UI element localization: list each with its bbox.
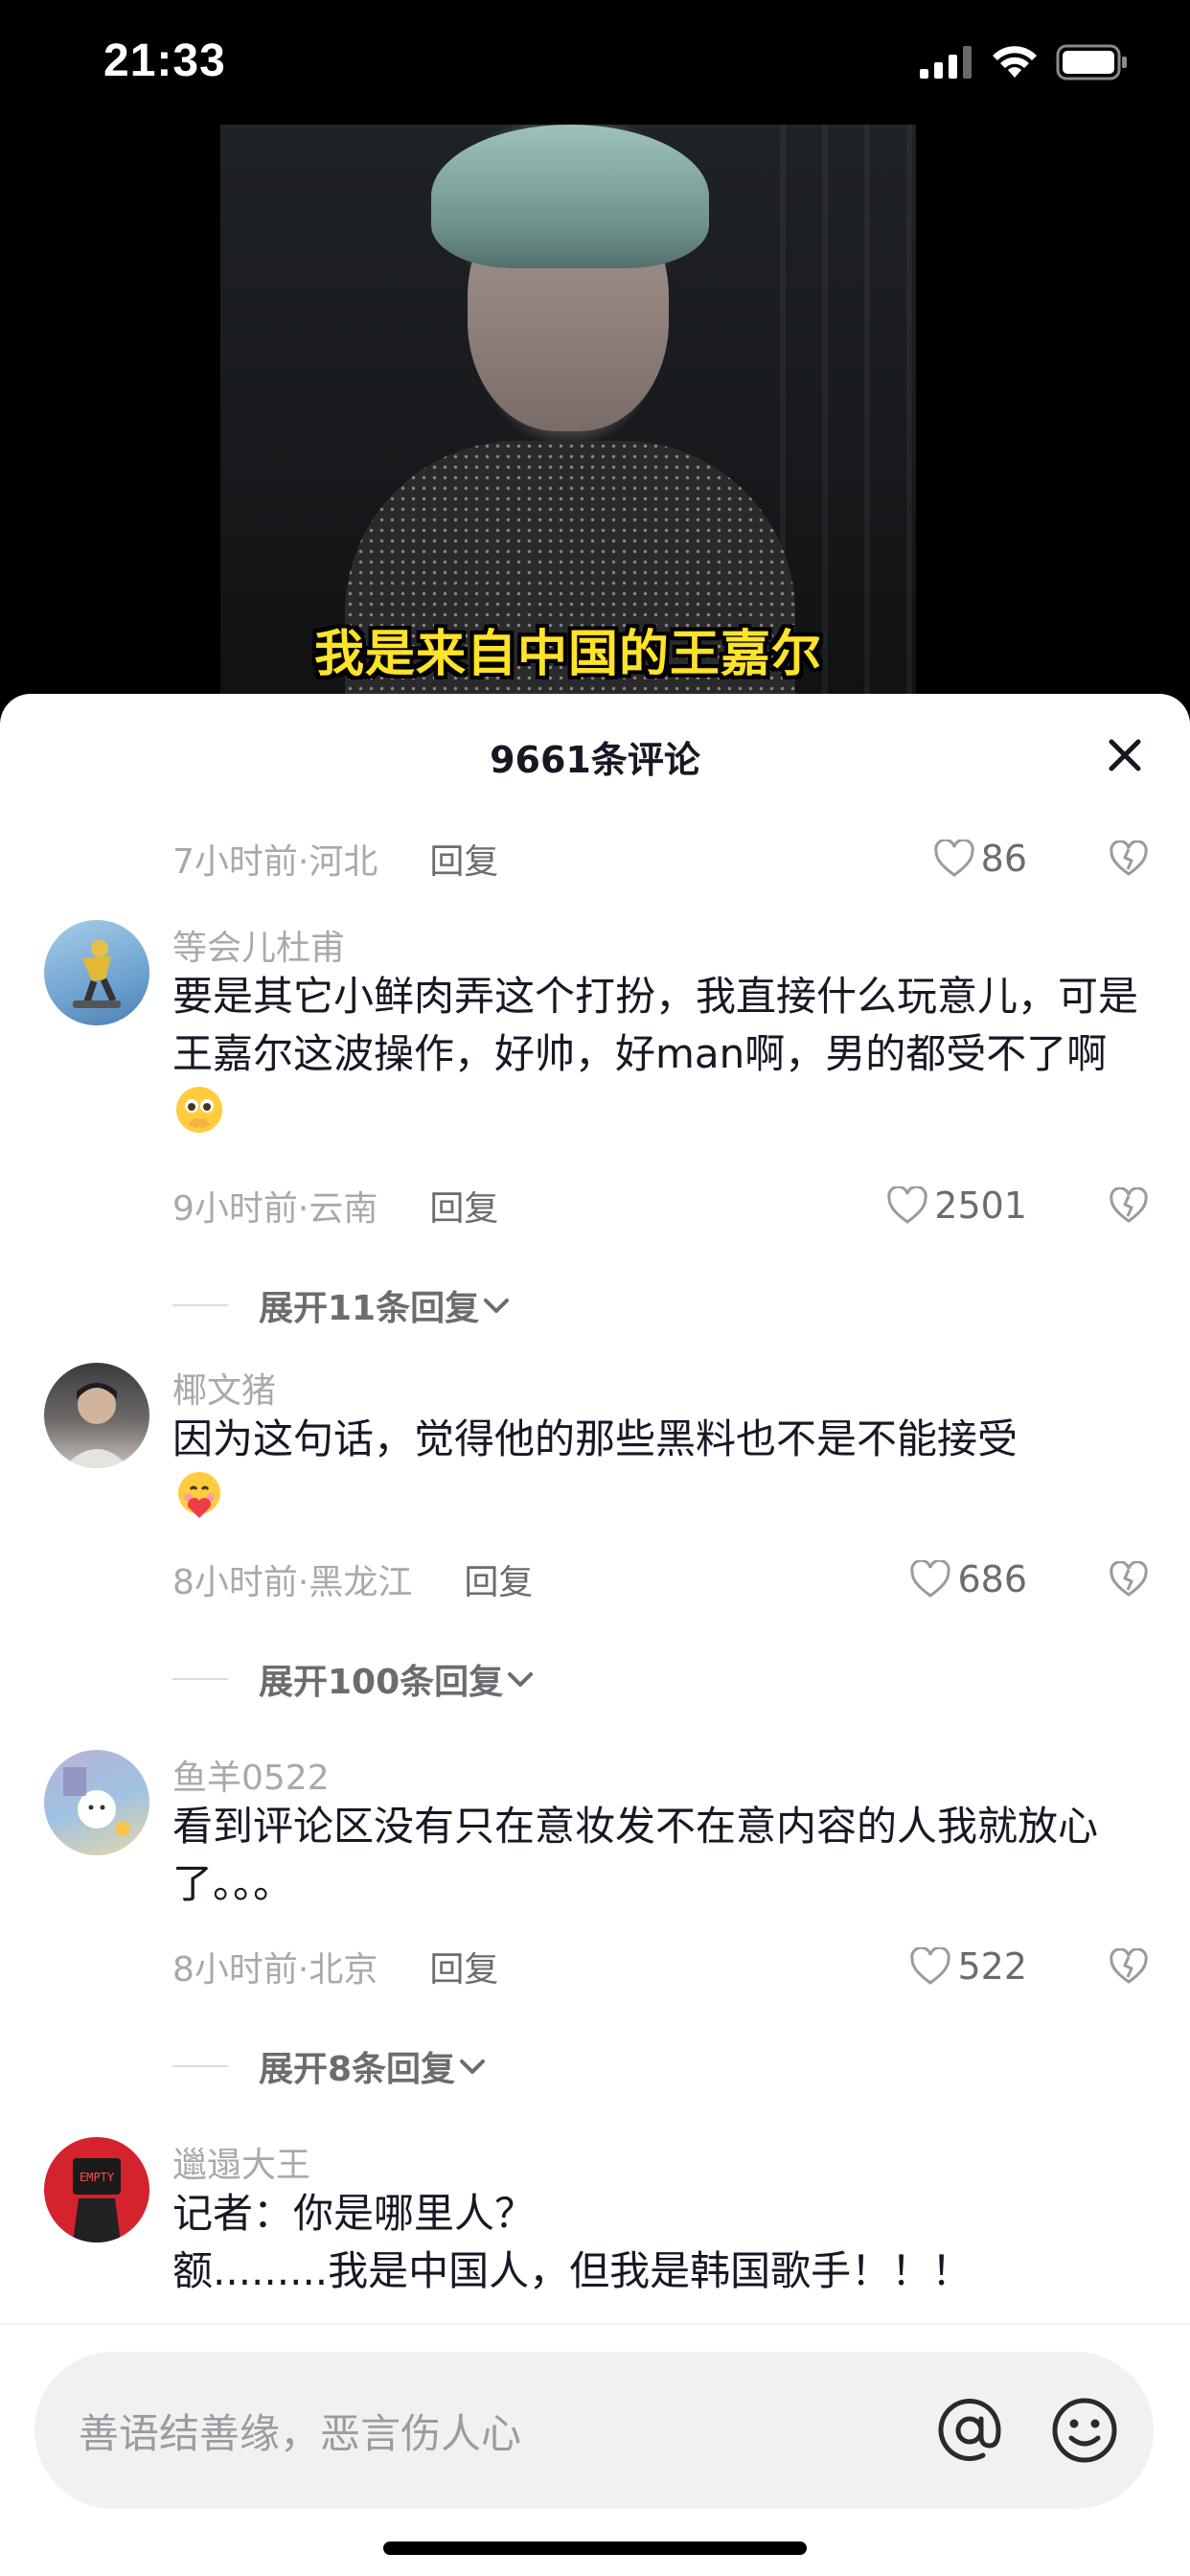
comment-count-title: 9661条评论 [490,739,700,781]
expand-replies-button[interactable]: 展开8条回复 [172,2037,490,2095]
like-count: 86 [980,838,1027,880]
expand-replies-label: 展开8条回复 [259,2050,456,2089]
comment-meta-row: 8小时前·黑龙江 回复 686 [172,1551,1190,1608]
comment-username[interactable]: 椰文猪 [172,1363,276,1413]
status-time: 21:33 [103,35,226,86]
reply-button[interactable]: 回复 [429,1942,498,1991]
comment-text-content: 因为这句话，觉得他的那些黑料也不是不能接受 [172,1415,1018,1462]
like-button[interactable]: 522 [909,1945,1027,1988]
dislike-button[interactable] [1102,1179,1156,1232]
avatar-logo-text: EMPTY [80,2171,115,2184]
reply-button[interactable]: 回复 [429,834,498,884]
heart-icon [933,840,974,877]
close-icon [1109,739,1141,771]
video-player[interactable]: 我是来自中国的王嘉尔 [220,125,916,700]
comment-username[interactable]: 鱼羊0522 [172,1750,330,1800]
like-button[interactable]: 2501 [886,1184,1027,1227]
like-button[interactable]: 686 [909,1558,1027,1600]
comment-text: 记者：你是哪里人？ 额.........我是中国人，但我是韩国歌手！！！ [172,2185,1140,2300]
comment-time-location: 8小时前·北京 [172,1950,378,1990]
comment-time-location: 9小时前·云南 [172,1189,378,1229]
avatar[interactable]: EMPTY [44,2137,149,2242]
status-icons [920,44,1129,80]
like-button[interactable]: 86 [933,838,1027,880]
avatar-tv-head-image: EMPTY [73,2158,121,2242]
dislike-button[interactable] [1102,832,1156,886]
expand-replies-button[interactable]: 展开11条回复 [172,1276,514,1334]
comment-input-placeholder: 善语结善缘，恶言伤人心 [79,2410,522,2457]
status-bar: 21:33 [0,0,1190,125]
avatar[interactable] [44,1363,149,1468]
avatar-cartoon-image [63,1767,130,1836]
like-count: 686 [957,1558,1027,1600]
comment-meta-row: 8小时前·北京 回复 522 [172,1938,1190,1995]
divider [172,2065,228,2067]
broken-heart-icon [1110,1187,1148,1223]
at-icon [938,2399,1001,2461]
chevron-down-icon [460,2059,486,2074]
comment-meta-row: 7小时前·河北 回复 86 [172,830,1190,887]
heart-icon [910,1947,951,1985]
reply-button[interactable]: 回复 [429,1181,498,1230]
close-button[interactable] [1098,728,1152,782]
comment-text-content: 要是其它小鲜肉弄这个打扮，我直接什么玩意儿，可是王嘉尔这波操作，好帅，好man啊… [172,973,1139,1077]
divider [172,1304,228,1306]
broken-heart-icon [1110,1948,1148,1984]
emoji-button[interactable] [1044,2390,1125,2471]
battery-icon [1056,44,1127,80]
comment-text: 因为这句话，觉得他的那些黑料也不是不能接受 [172,1411,1140,1528]
expand-replies-button[interactable]: 展开100条回复 [172,1650,538,1708]
video-subject-hair [431,125,709,268]
sheet-header: 9661条评论 [0,694,1190,809]
smiley-face-icon [1052,2398,1117,2463]
comment-username[interactable]: 邋遢大王 [172,2137,310,2187]
like-count: 522 [957,1945,1027,1988]
video-caption: 我是来自中国的王嘉尔 [313,626,822,683]
comment-input-bar: 善语结善缘，恶言伤人心 [0,2323,1190,2576]
avatar-person-image [63,1383,130,1468]
heart-icon [910,1560,951,1598]
comment-meta-row: 9小时前·云南 回复 2501 [172,1177,1190,1234]
comment-time-location: 7小时前·河北 [172,842,378,882]
expand-replies-label: 展开100条回复 [259,1663,504,1702]
like-count: 2501 [934,1184,1027,1227]
broken-heart-icon [1110,1561,1148,1597]
cellular-signal-icon [920,46,972,79]
broken-heart-icon [1110,840,1148,876]
avatar-figure-image [73,940,121,1008]
divider [172,1678,228,1680]
comment-sheet: 9661条评论 7小时前·河北 回复 86 等会儿杜甫 要是其它小鲜肉弄这个打扮… [0,694,1190,2576]
pleading-face-emoji-icon [172,1083,226,1137]
heart-icon [887,1186,927,1224]
chevron-down-icon [484,1299,510,1313]
comment-text: 看到评论区没有只在意妆发不在意内容的人我就放心了。。。 [172,1803,1099,1907]
comment-text-line: 记者：你是哪里人？ [172,2190,536,2237]
avatar[interactable] [44,1750,149,1855]
expand-replies-label: 展开11条回复 [259,1289,480,1328]
reply-button[interactable]: 回复 [464,1554,533,1604]
comment-time-location: 8小时前·黑龙江 [172,1563,413,1602]
comment-text-line: 额.........我是中国人，但我是韩国歌手！！！ [172,2247,973,2294]
dislike-button[interactable] [1102,1552,1156,1606]
dislike-button[interactable] [1102,1940,1156,1993]
comment-username[interactable]: 等会儿杜甫 [172,920,345,970]
home-indicator [383,2542,807,2555]
comment-text: 要是其它小鲜肉弄这个打扮，我直接什么玩意儿，可是王嘉尔这波操作，好帅，好man啊… [172,968,1140,1142]
mention-button[interactable] [929,2390,1010,2471]
comment-input[interactable]: 善语结善缘，恶言伤人心 [34,2352,1154,2509]
avatar[interactable] [44,920,149,1025]
wifi-icon [993,46,1037,78]
chevron-down-icon [508,1672,534,1687]
hugging-heart-emoji-icon [172,1468,226,1522]
